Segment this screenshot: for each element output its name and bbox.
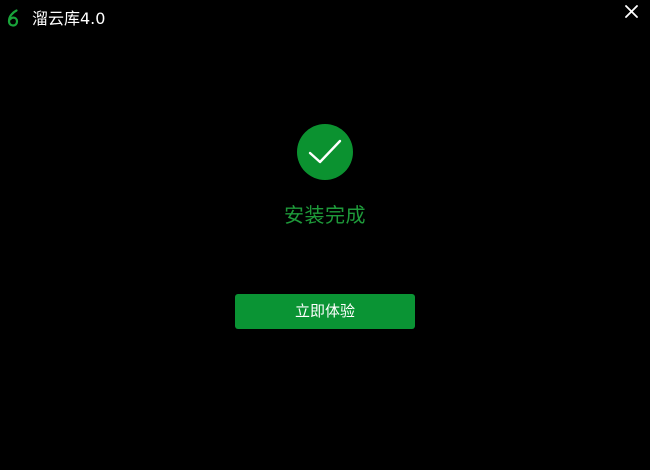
- checkmark-circle-icon: [297, 124, 353, 180]
- try-now-button[interactable]: 立即体验: [235, 294, 415, 329]
- install-complete-text: 安装完成: [284, 203, 366, 227]
- installer-window: 溜云库4.0 安装完成 立即体验: [0, 0, 650, 470]
- main-content: 安装完成 立即体验: [0, 0, 650, 470]
